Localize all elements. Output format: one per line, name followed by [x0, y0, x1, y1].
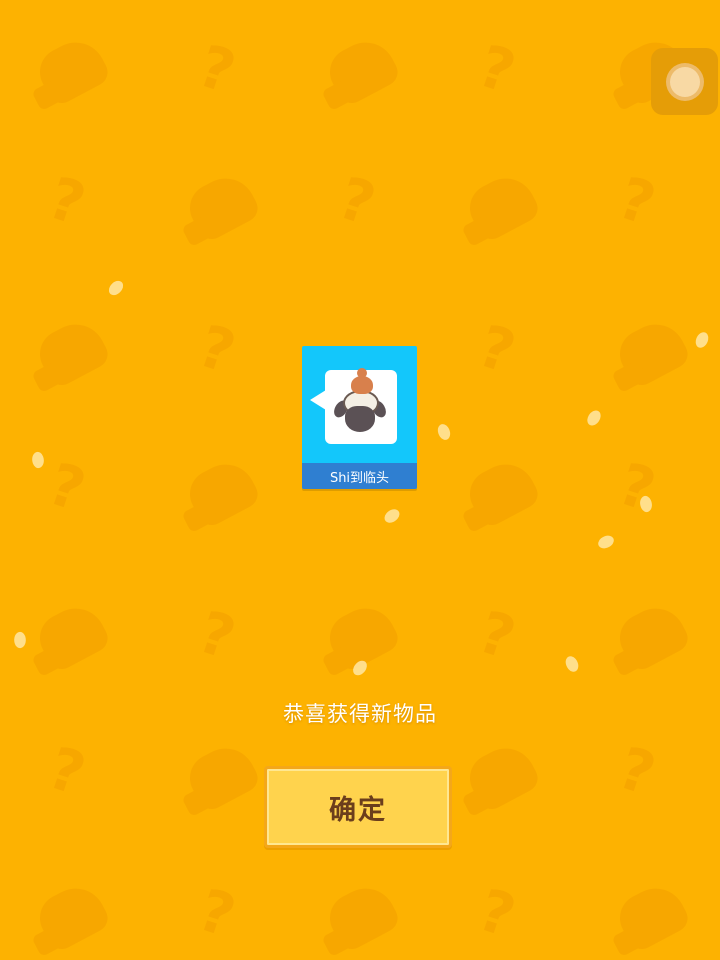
bg-glove-decor	[31, 32, 113, 108]
gear-icon	[669, 66, 700, 97]
bg-glove-decor	[31, 878, 113, 954]
bg-glove-decor	[31, 598, 113, 674]
confetti-piece	[382, 506, 402, 526]
confetti-piece	[694, 331, 710, 349]
confetti-piece	[596, 532, 616, 552]
bg-question-decor: ?	[40, 163, 94, 239]
bg-glove-decor	[461, 168, 543, 244]
confetti-piece	[106, 278, 126, 298]
confetti-piece	[562, 654, 582, 674]
bg-glove-decor	[611, 878, 693, 954]
bg-glove-decor	[321, 32, 403, 108]
bg-glove-decor	[461, 454, 543, 530]
reward-message: 恭喜获得新物品	[283, 702, 437, 726]
poop-icon	[351, 368, 373, 394]
confetti-piece	[585, 408, 603, 428]
bg-glove-decor	[461, 738, 543, 814]
reward-item-card: Shi到临头	[302, 346, 417, 489]
bg-question-decor: ?	[470, 875, 524, 951]
sheep-face	[345, 406, 375, 432]
speech-bubble-tail	[310, 390, 326, 410]
bg-glove-decor	[31, 314, 113, 390]
bg-glove-decor	[611, 314, 693, 390]
bg-question-decor: ?	[330, 163, 384, 239]
item-name-label: Shi到临头	[302, 463, 417, 489]
bg-glove-decor	[321, 878, 403, 954]
bg-glove-decor	[181, 738, 263, 814]
bg-question-decor: ?	[610, 449, 664, 525]
bg-question-decor: ?	[470, 31, 524, 107]
sheep-poop-emoji-icon	[325, 368, 397, 444]
confirm-button[interactable]: 确定	[264, 766, 452, 848]
settings-button[interactable]	[651, 48, 718, 115]
confetti-piece	[434, 422, 454, 442]
bg-question-decor: ?	[190, 31, 244, 107]
bg-question-decor: ?	[610, 733, 664, 809]
bg-question-decor: ?	[190, 875, 244, 951]
bg-question-decor: ?	[470, 597, 524, 673]
bg-glove-decor	[181, 168, 263, 244]
confetti-piece	[12, 630, 28, 650]
bg-glove-decor	[611, 598, 693, 674]
bg-glove-decor	[181, 454, 263, 530]
bg-question-decor: ?	[470, 311, 524, 387]
bg-question-decor: ?	[40, 733, 94, 809]
bg-question-decor: ?	[610, 163, 664, 239]
bg-question-decor: ?	[190, 597, 244, 673]
confetti-piece	[29, 450, 47, 470]
bg-question-decor: ?	[190, 311, 244, 387]
bg-question-decor: ?	[40, 449, 94, 525]
